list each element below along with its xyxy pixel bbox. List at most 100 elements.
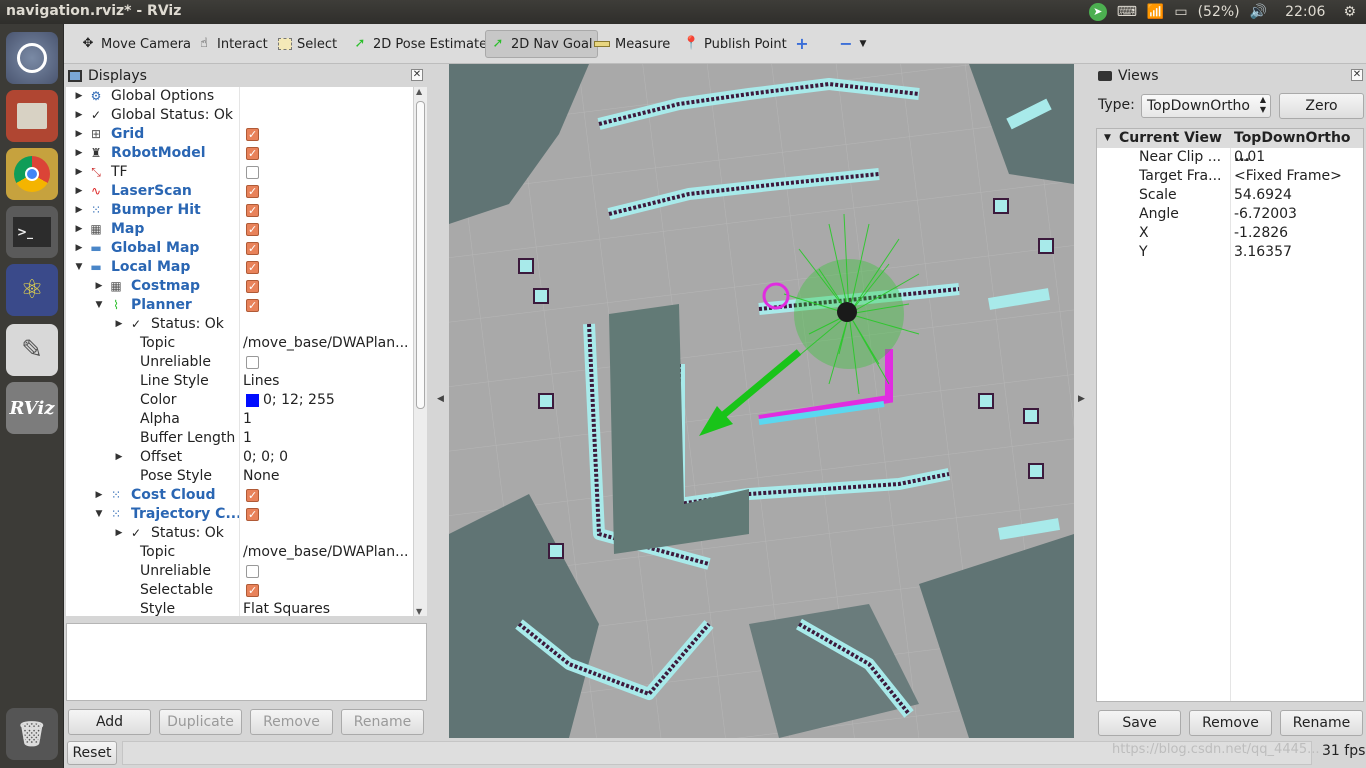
expand-right-icon[interactable]: ▶ [74, 106, 84, 125]
enable-checkbox[interactable] [246, 356, 259, 369]
remove-tool-button[interactable]: − ▼ [834, 30, 871, 58]
remove-view-button[interactable]: Remove [1189, 710, 1272, 736]
expand-right-icon[interactable]: ▶ [114, 448, 124, 467]
telegram-icon[interactable]: ➤ [1088, 3, 1107, 21]
expand-right-icon[interactable]: ▶ [94, 277, 104, 296]
view-property-value[interactable]: 0.01 [1234, 148, 1265, 167]
view-property-row[interactable]: Angle -6.72003 [1097, 205, 1363, 224]
enable-checkbox[interactable] [246, 166, 259, 179]
tool-2d-pose-estimate[interactable]: ➚ 2D Pose Estimate [348, 30, 491, 58]
expand-right-icon[interactable]: ▶ [74, 87, 84, 106]
remove-button[interactable]: Remove [250, 709, 333, 735]
reset-button[interactable]: Reset [67, 741, 117, 765]
enable-checkbox[interactable] [246, 125, 259, 144]
expand-right-icon[interactable]: ▶ [74, 220, 84, 239]
chrome-icon[interactable] [6, 148, 58, 200]
tool-move-camera[interactable]: ✥ Move Camera [76, 30, 195, 58]
view-property-value[interactable]: 54.6924 [1234, 186, 1292, 205]
enable-checkbox[interactable] [246, 505, 259, 524]
collapse-right-icon[interactable]: ▶ [1078, 394, 1085, 404]
view-type-select[interactable]: TopDownOrtho ▲ ▼ [1141, 94, 1271, 118]
view-property-row[interactable]: Scale 54.6924 [1097, 186, 1363, 205]
enable-checkbox[interactable] [246, 581, 259, 600]
expand-right-icon[interactable]: ▶ [114, 524, 124, 543]
enable-checkbox[interactable] [246, 296, 259, 315]
gear-icon[interactable]: ⚙ [1343, 4, 1356, 20]
enable-checkbox[interactable] [246, 220, 259, 239]
trash-icon[interactable]: 🗑 [6, 708, 58, 760]
scroll-down-icon[interactable]: ▼ [416, 607, 422, 616]
view-property-row[interactable]: Y 3.16357 [1097, 243, 1363, 262]
tool-measure[interactable]: Measure [590, 30, 674, 58]
collapse-left-icon[interactable]: ◀ [437, 394, 444, 404]
duplicate-button[interactable]: Duplicate [159, 709, 242, 735]
enable-checkbox[interactable] [246, 182, 259, 201]
expand-right-icon[interactable]: ▶ [74, 201, 84, 220]
green-arrow-icon: ➚ [354, 36, 366, 51]
ubuntu-dash-icon[interactable] [6, 32, 58, 84]
view-property-value[interactable]: -6.72003 [1234, 205, 1297, 224]
views-title: Views [1118, 68, 1159, 84]
monitor-icon [68, 70, 82, 82]
volume-icon[interactable]: 🔊 [1250, 4, 1267, 20]
view-property-row[interactable]: X -1.2826 [1097, 224, 1363, 243]
expand-right-icon[interactable]: ▶ [114, 315, 124, 334]
file-manager-icon[interactable] [6, 90, 58, 142]
text-editor-icon[interactable]: ✎ [6, 324, 58, 376]
enable-checkbox[interactable] [246, 486, 259, 505]
close-icon[interactable]: ✕ [411, 69, 423, 81]
enable-checkbox[interactable] [246, 239, 259, 258]
add-button[interactable]: Add [68, 709, 151, 735]
system-tray: ➤ ⌨ 📶 ▭ (52%) 🔊 22:06 ⚙ [1088, 2, 1356, 22]
view-property-value[interactable]: 3.16357 [1234, 243, 1292, 262]
enable-checkbox[interactable] [246, 277, 259, 296]
tool-select[interactable]: Select [274, 30, 341, 58]
display-row-label: RobotModel [111, 145, 206, 161]
color-swatch[interactable] [246, 394, 259, 407]
enable-checkbox[interactable] [246, 565, 259, 578]
rename-view-button[interactable]: Rename [1280, 710, 1363, 736]
clock[interactable]: 22:06 [1285, 4, 1325, 20]
close-icon[interactable]: ✕ [1351, 69, 1363, 81]
display-row-value: /move_base/DWAPlan... [243, 544, 409, 560]
expand-down-icon[interactable]: ▼ [94, 296, 104, 315]
wifi-icon[interactable]: 📶 [1147, 4, 1164, 20]
save-view-button[interactable]: Save [1098, 710, 1181, 736]
map-render[interactable] [449, 64, 1074, 738]
expand-down-icon[interactable]: ▼ [94, 505, 104, 524]
view-property-value[interactable]: <Fixed Frame> [1234, 167, 1342, 186]
system-top-bar: navigation.rviz* - RViz ➤ ⌨ 📶 ▭ (52%) 🔊 … [0, 0, 1366, 24]
enable-checkbox[interactable] [246, 201, 259, 220]
zero-button[interactable]: Zero [1279, 93, 1364, 119]
scroll-thumb[interactable] [416, 101, 425, 409]
render-viewport[interactable] [449, 64, 1074, 738]
terminal-icon[interactable]: >_ [6, 206, 58, 258]
expand-arrow-icon[interactable]: ▼ [1104, 129, 1111, 148]
expand-right-icon[interactable]: ▶ [94, 486, 104, 505]
expand-right-icon[interactable]: ▶ [74, 182, 84, 201]
software-icon[interactable]: ⚛ [6, 264, 58, 316]
view-property-value[interactable]: -1.2826 [1234, 224, 1288, 243]
expand-down-icon[interactable]: ▼ [74, 258, 84, 277]
expand-right-icon[interactable]: ▶ [74, 163, 84, 182]
tool-publish-point[interactable]: 📍 Publish Point [679, 30, 791, 58]
tool-2d-nav-goal[interactable]: ➚ 2D Nav Goal [485, 30, 598, 58]
keyboard-icon[interactable]: ⌨ [1117, 4, 1137, 20]
enable-checkbox[interactable] [246, 144, 259, 163]
add-tool-button[interactable]: + [790, 30, 814, 58]
move-camera-icon: ✥ [82, 36, 94, 51]
tool-interact[interactable]: ☝ Interact [192, 30, 272, 58]
rename-button[interactable]: Rename [341, 709, 424, 735]
expand-right-icon[interactable]: ▶ [74, 239, 84, 258]
view-property-row[interactable]: Target Fra... <Fixed Frame> [1097, 167, 1363, 186]
current-view-row[interactable]: ▼ Current View TopDownOrtho ... [1097, 129, 1363, 165]
battery-icon[interactable]: ▭ [1174, 4, 1187, 20]
expand-right-icon[interactable]: ▶ [74, 125, 84, 144]
rviz-icon[interactable]: RViz [6, 382, 58, 434]
expand-right-icon[interactable]: ▶ [74, 144, 84, 163]
enable-checkbox[interactable] [246, 258, 259, 277]
view-property-row[interactable]: Near Clip ... 0.01 [1097, 148, 1363, 167]
display-row-label: Pose Style [140, 468, 213, 484]
displays-scrollbar[interactable]: ▲ ▼ [413, 87, 427, 616]
scroll-up-icon[interactable]: ▲ [416, 87, 422, 96]
